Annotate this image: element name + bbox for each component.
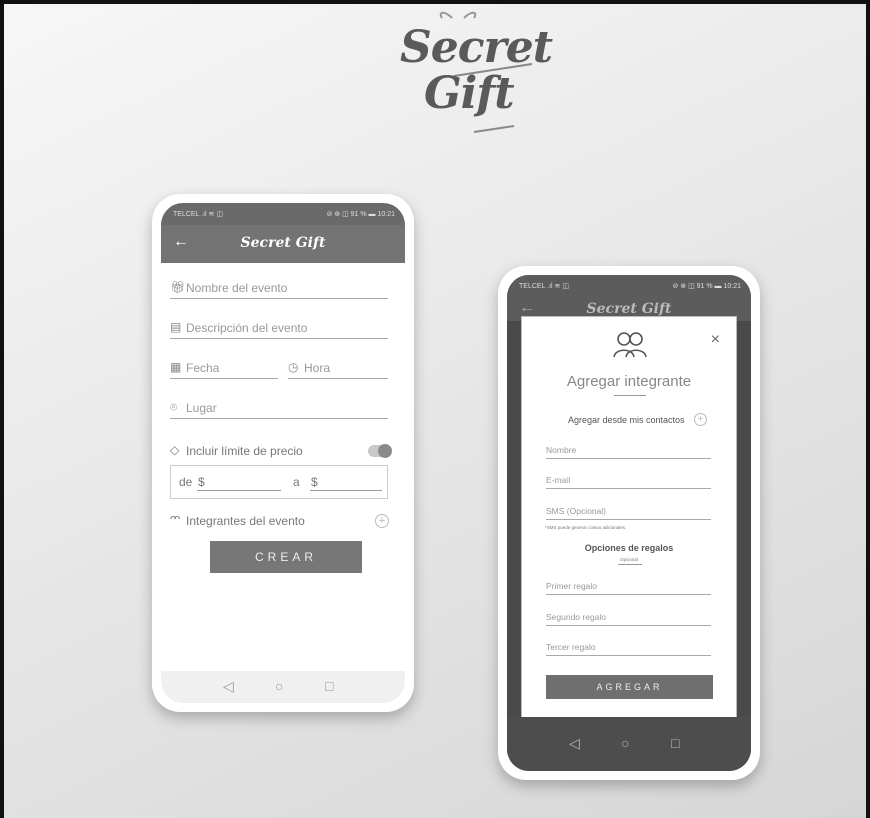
- clock-icon: ◷: [288, 360, 299, 374]
- add-button[interactable]: AGREGAR: [546, 675, 713, 699]
- document-icon: ▤: [170, 320, 182, 334]
- nav-back-icon[interactable]: ◁: [223, 678, 234, 695]
- price-to-currency[interactable]: $: [311, 475, 318, 489]
- canvas: Secret Gift TELCEL .ıl ≋ ◫ ⊘ ⊕ ◫ 91 % ▬ …: [0, 0, 870, 818]
- status-carrier: TELCEL .ıl ≋ ◫: [519, 283, 569, 290]
- first-gift-input[interactable]: Primer regalo: [546, 579, 711, 595]
- add-member-plus-icon[interactable]: +: [375, 514, 389, 528]
- gift-options-divider: [618, 564, 642, 565]
- status-carrier: TELCEL .ıl ≋ ◫: [173, 211, 223, 218]
- email-placeholder: E-mail: [546, 475, 571, 485]
- event-name-field[interactable]: 🎁︎ Nombre del evento: [170, 277, 388, 299]
- app-bar: ← Secret Gift: [161, 225, 405, 263]
- nav-home-icon[interactable]: ○: [275, 678, 283, 694]
- phone-screen: TELCEL .ıl ≋ ◫ ⊘ ⊕ ◫ 91 % ▬ 10:21 ← Secr…: [161, 203, 405, 703]
- nav-home-icon[interactable]: ○: [621, 735, 629, 751]
- date-placeholder: Fecha: [186, 361, 220, 375]
- name-placeholder: Nombre: [546, 445, 577, 455]
- close-icon[interactable]: ×: [711, 331, 720, 349]
- event-description-field[interactable]: ▤ Descripción del evento: [170, 317, 388, 339]
- time-field[interactable]: ◷ Hora: [288, 357, 388, 379]
- gift-options-subtitle: Opcional: [620, 557, 638, 562]
- price-limit-label: Incluir límite de precio: [186, 444, 303, 458]
- second-gift-placeholder: Segundo regalo: [546, 612, 607, 622]
- people-icon: ᴖᴖ: [170, 513, 180, 525]
- nav-recent-icon[interactable]: □: [671, 735, 679, 751]
- status-bar: TELCEL .ıl ≋ ◫ ⊘ ⊕ ◫ 91 % ▬ 10:21: [507, 275, 751, 297]
- android-nav-bar: ◁ ○ □: [161, 671, 405, 703]
- status-indicators: ⊘ ⊕ ◫ 91 % ▬ 10:21: [326, 211, 395, 218]
- price-limit-toggle[interactable]: [368, 444, 392, 458]
- gift-options-title: Opciones de regalos: [584, 543, 674, 553]
- price-from-currency[interactable]: $: [198, 475, 205, 489]
- title-divider: [614, 395, 646, 396]
- app-title: Secret Gift: [586, 301, 672, 317]
- phone-add-member: TELCEL .ıl ≋ ◫ ⊘ ⊕ ◫ 91 % ▬ 10:21 ← Secr…: [498, 266, 760, 780]
- price-range-box: de $ a $: [170, 465, 388, 499]
- members-label: Integrantes del evento: [186, 514, 305, 528]
- sms-placeholder: SMS (Opcional): [546, 506, 606, 516]
- status-bar: TELCEL .ıl ≋ ◫ ⊘ ⊕ ◫ 91 % ▬ 10:21: [161, 203, 405, 225]
- add-member-modal: × Agregar integrante Agregar desde mis c…: [521, 316, 737, 718]
- sms-cost-note: *SMS puede generar costos adicionales.: [545, 525, 627, 530]
- price-from-input[interactable]: [197, 490, 281, 491]
- nav-back-icon[interactable]: ◁: [569, 735, 580, 752]
- gift-icon: 🎁︎: [170, 280, 186, 294]
- modal-title: Agregar integrante: [566, 373, 692, 390]
- app-title: Secret Gift: [240, 235, 326, 251]
- secret-gift-logo: Secret Gift: [384, 4, 553, 144]
- price-to-input[interactable]: [310, 490, 382, 491]
- people-group-icon: [613, 332, 647, 358]
- second-gift-input[interactable]: Segundo regalo: [546, 610, 711, 626]
- add-contact-plus-icon[interactable]: +: [694, 413, 707, 426]
- location-pin-icon: ⌾: [170, 400, 178, 414]
- date-field[interactable]: ▦ Fecha: [170, 357, 278, 379]
- android-nav-bar: ◁ ○ □: [507, 717, 751, 771]
- price-from-label: de: [179, 475, 193, 489]
- tag-icon: ◇: [170, 443, 180, 457]
- nav-recent-icon[interactable]: □: [325, 678, 333, 694]
- logo-line-secret: Secret: [400, 22, 553, 73]
- third-gift-placeholder: Tercer regalo: [546, 642, 596, 652]
- place-placeholder: Lugar: [186, 401, 217, 415]
- time-placeholder: Hora: [304, 361, 331, 375]
- logo-line-gift: Gift: [424, 68, 515, 119]
- create-button[interactable]: CREAR: [210, 541, 362, 573]
- third-gift-input[interactable]: Tercer regalo: [546, 640, 711, 656]
- phone-screen: TELCEL .ıl ≋ ◫ ⊘ ⊕ ◫ 91 % ▬ 10:21 ← Secr…: [507, 275, 751, 771]
- event-description-placeholder: Descripción del evento: [186, 321, 308, 335]
- place-field[interactable]: ⌾ Lugar: [170, 397, 388, 419]
- email-input[interactable]: E-mail: [546, 473, 711, 489]
- add-from-contacts-label[interactable]: Agregar desde mis contactos: [568, 415, 685, 425]
- phone-create-event: TELCEL .ıl ≋ ◫ ⊘ ⊕ ◫ 91 % ▬ 10:21 ← Secr…: [152, 194, 414, 712]
- first-gift-placeholder: Primer regalo: [546, 581, 598, 591]
- name-input[interactable]: Nombre: [546, 443, 711, 459]
- price-to-label: a: [293, 475, 300, 489]
- status-indicators: ⊘ ⊕ ◫ 91 % ▬ 10:21: [672, 283, 741, 290]
- calendar-icon: ▦: [170, 360, 182, 374]
- sms-input[interactable]: SMS (Opcional): [546, 504, 711, 520]
- event-name-placeholder: Nombre del evento: [186, 281, 288, 295]
- toggle-knob: [378, 444, 392, 458]
